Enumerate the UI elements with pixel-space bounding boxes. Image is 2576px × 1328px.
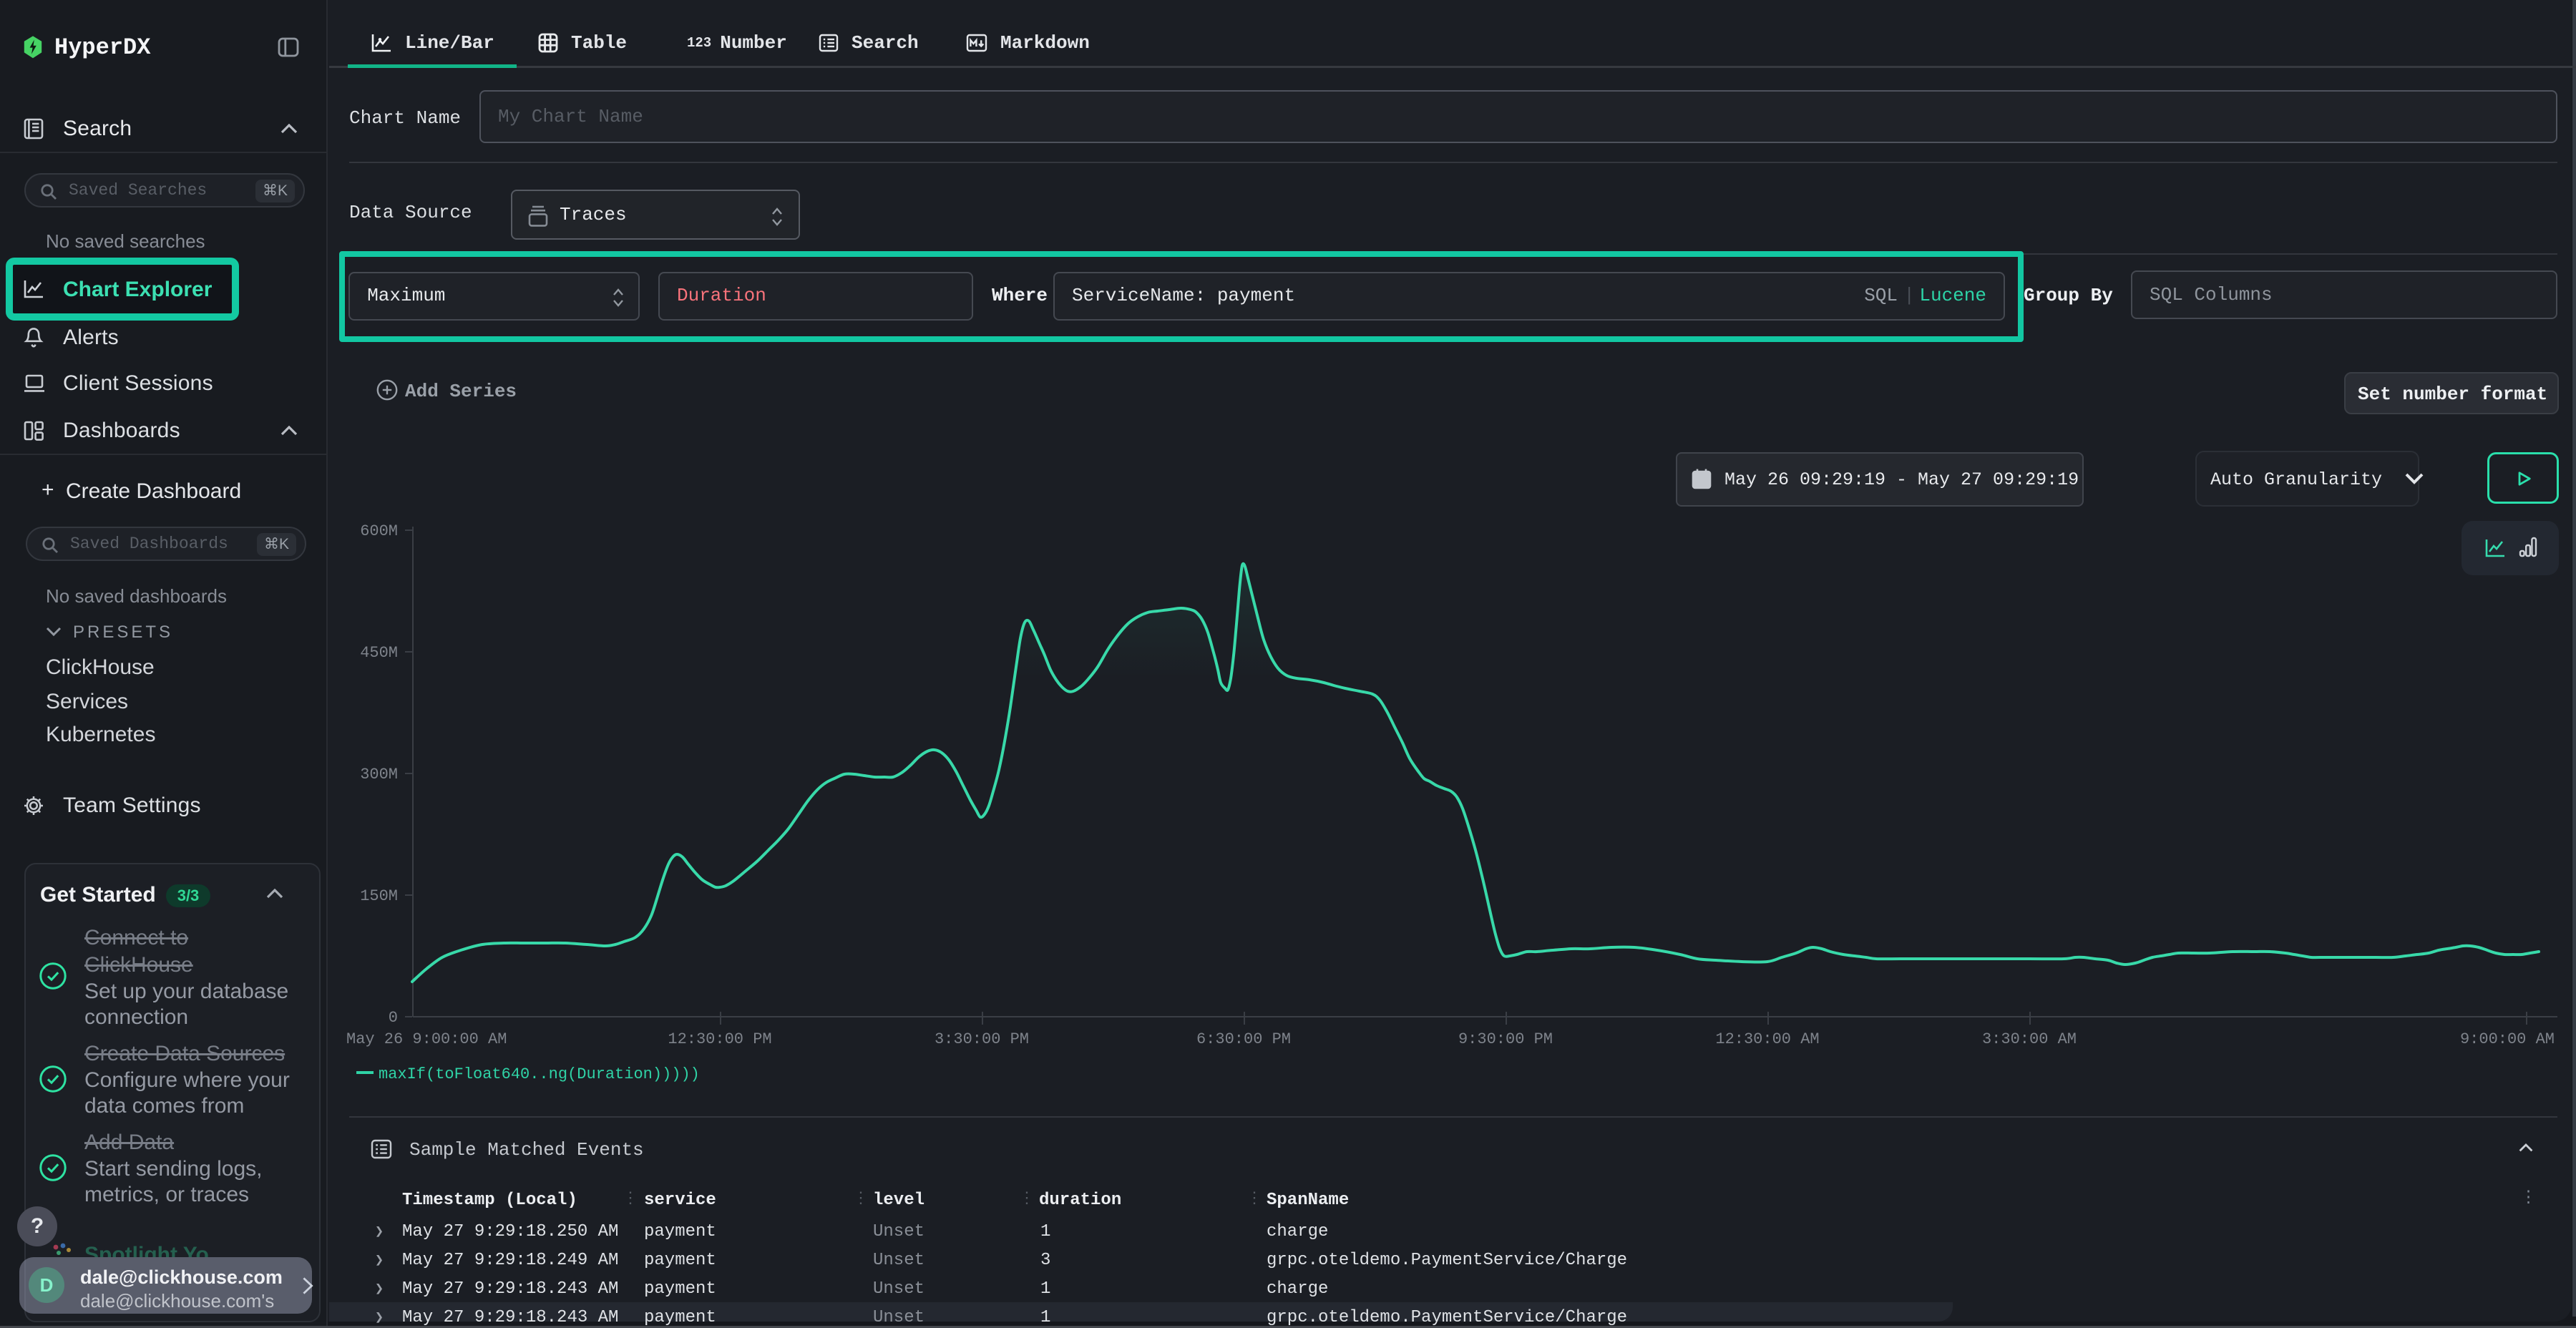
svg-text:450M: 450M <box>360 644 398 662</box>
svg-text:0: 0 <box>389 1009 398 1027</box>
svg-text:150M: 150M <box>360 887 398 905</box>
svg-text:300M: 300M <box>360 766 398 783</box>
svg-text:9:00:00 AM: 9:00:00 AM <box>2460 1030 2555 1048</box>
svg-text:12:30:00 AM: 12:30:00 AM <box>1715 1030 1819 1048</box>
svg-text:maxIf(toFloat640..ng(Duration): maxIf(toFloat640..ng(Duration))))) <box>379 1065 700 1083</box>
svg-text:May 26 9:00:00 AM: May 26 9:00:00 AM <box>346 1030 507 1048</box>
svg-text:600M: 600M <box>360 522 398 540</box>
svg-text:3:30:00 PM: 3:30:00 PM <box>935 1030 1029 1048</box>
svg-text:3:30:00 AM: 3:30:00 AM <box>1982 1030 2077 1048</box>
svg-text:9:30:00 PM: 9:30:00 PM <box>1458 1030 1553 1048</box>
svg-text:12:30:00 PM: 12:30:00 PM <box>668 1030 771 1048</box>
svg-text:6:30:00 PM: 6:30:00 PM <box>1196 1030 1291 1048</box>
